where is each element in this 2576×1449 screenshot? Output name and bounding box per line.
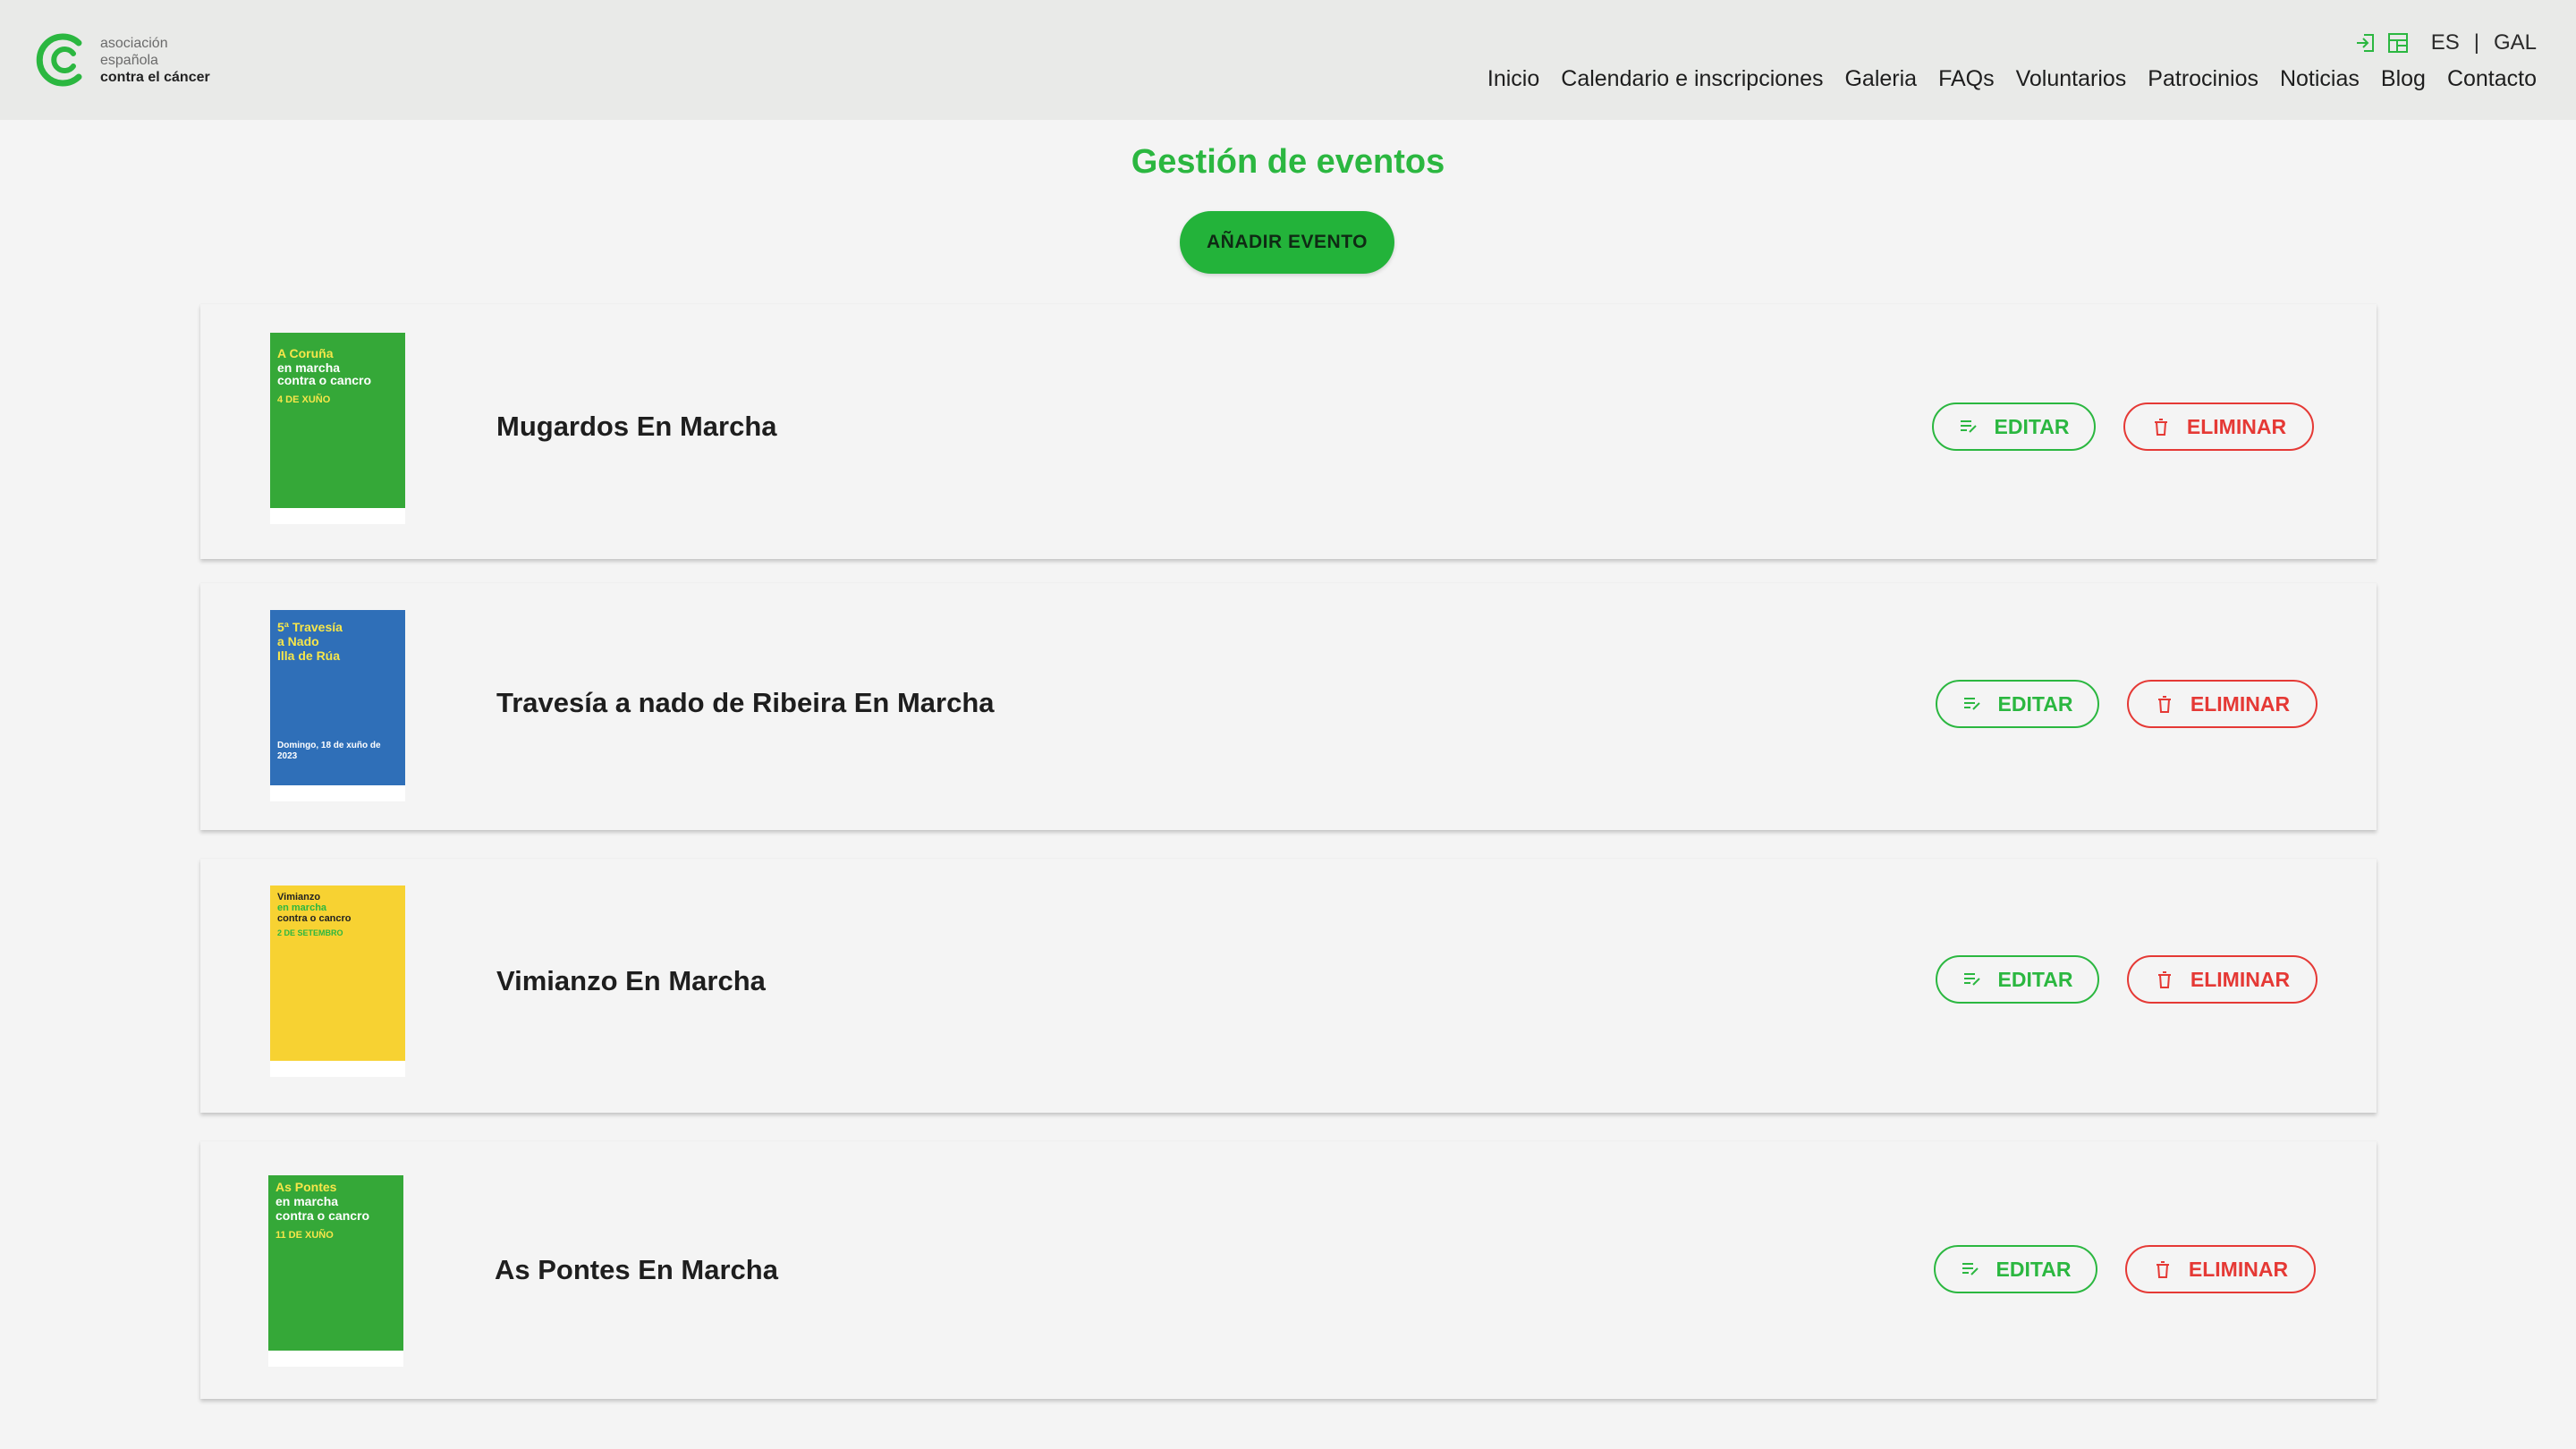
event-card: A Coruña en marcha contra o cancro 4 DE …: [200, 304, 2377, 559]
poster-line-3: contra o cancro: [277, 913, 352, 924]
edit-button[interactable]: EDITAR: [1934, 1245, 2097, 1293]
poster-line-1: A Coruña: [277, 346, 334, 360]
edit-button[interactable]: EDITAR: [1932, 402, 2096, 451]
poster-line-1: As Pontes: [275, 1180, 337, 1194]
dashboard-icon[interactable]: [2386, 31, 2410, 55]
event-poster[interactable]: Vimianzo en marcha contra o cancro 2 DE …: [270, 886, 405, 1077]
site-header: asociación española contra el cáncer ES …: [0, 0, 2576, 120]
poster-date: Domingo, 18 de xuño de 2023: [277, 741, 381, 761]
nav-galeria[interactable]: Galeria: [1844, 66, 1917, 92]
nav-calendario[interactable]: Calendario e inscripciones: [1561, 66, 1823, 92]
nav-patrocinios[interactable]: Patrocinios: [2148, 66, 2258, 92]
delete-button[interactable]: ELIMINAR: [2123, 402, 2314, 451]
login-icon[interactable]: [2354, 31, 2377, 55]
delete-label: ELIMINAR: [2186, 414, 2287, 438]
event-card: 5ª Travesía a Nado Illa de Rúa Domingo, …: [200, 583, 2377, 830]
poster-date: 2 DE SETEMBRO: [277, 928, 343, 937]
trash-icon: [2157, 971, 2171, 988]
delete-button[interactable]: ELIMINAR: [2127, 680, 2318, 728]
main-nav: Inicio Calendario e inscripciones Galeri…: [1466, 66, 2537, 92]
event-name: Vimianzo En Marcha: [496, 965, 766, 996]
edit-button[interactable]: EDITAR: [1936, 680, 2099, 728]
edit-label: EDITAR: [1994, 414, 2070, 438]
nav-voluntarios[interactable]: Voluntarios: [2016, 66, 2127, 92]
edit-label: EDITAR: [1997, 967, 2073, 991]
edit-label: EDITAR: [1997, 691, 2073, 716]
poster-line-1: 5ª Travesía: [277, 620, 343, 634]
event-poster[interactable]: As Pontes en marcha contra o cancro 11 D…: [268, 1175, 403, 1367]
delete-label: ELIMINAR: [2190, 691, 2291, 716]
event-name: Travesía a nado de Ribeira En Marcha: [496, 687, 995, 718]
poster-line-2: en marcha: [275, 1194, 339, 1208]
edit-label: EDITAR: [1996, 1257, 2072, 1281]
nav-blog[interactable]: Blog: [2381, 66, 2426, 92]
poster-line-3: contra o cancro: [275, 1208, 370, 1223]
poster-line-2: a Nado: [277, 634, 319, 648]
event-poster[interactable]: A Coruña en marcha contra o cancro 4 DE …: [270, 333, 405, 524]
poster-date: 4 DE XUÑO: [277, 394, 331, 405]
edit-icon: [1960, 420, 1977, 433]
delete-label: ELIMINAR: [2190, 967, 2291, 991]
lang-gal-link[interactable]: GAL: [2494, 30, 2537, 55]
nav-inicio[interactable]: Inicio: [1487, 66, 1539, 92]
event-name: As Pontes En Marcha: [495, 1254, 778, 1285]
edit-icon: [1963, 698, 1980, 710]
trash-icon: [2156, 1261, 2169, 1278]
poster-line-3: Illa de Rúa: [277, 648, 341, 663]
nav-contacto[interactable]: Contacto: [2447, 66, 2537, 92]
brand-line-3: contra el cáncer: [100, 69, 210, 85]
page-title: Gestión de eventos: [1131, 143, 1445, 181]
poster-line-2: en marcha: [277, 360, 341, 375]
brand-logo[interactable]: asociación española contra el cáncer: [34, 30, 210, 89]
lang-es-link[interactable]: ES: [2431, 30, 2460, 55]
utility-bar: ES | GAL: [2354, 30, 2537, 55]
aecc-logo-icon: [36, 33, 82, 87]
trash-icon: [2157, 696, 2171, 713]
trash-icon: [2154, 419, 2167, 436]
edit-icon: [1963, 973, 1980, 986]
nav-noticias[interactable]: Noticias: [2280, 66, 2360, 92]
add-event-button[interactable]: AÑADIR EVENTO: [1180, 211, 1394, 274]
event-poster[interactable]: 5ª Travesía a Nado Illa de Rúa Domingo, …: [270, 610, 405, 801]
poster-line-3: contra o cancro: [277, 373, 372, 387]
brand-line-1: asociación: [100, 35, 168, 51]
event-card: As Pontes en marcha contra o cancro 11 D…: [200, 1141, 2377, 1399]
delete-button[interactable]: ELIMINAR: [2127, 955, 2318, 1004]
lang-separator: |: [2473, 30, 2479, 55]
nav-faqs[interactable]: FAQs: [1938, 66, 1995, 92]
delete-label: ELIMINAR: [2188, 1257, 2289, 1281]
poster-footer: [268, 1351, 403, 1367]
brand-text: asociación española contra el cáncer: [100, 35, 210, 86]
edit-button[interactable]: EDITAR: [1936, 955, 2099, 1004]
poster-footer: [270, 508, 405, 524]
event-card: Vimianzo en marcha contra o cancro 2 DE …: [200, 859, 2377, 1113]
poster-date: 11 DE XUÑO: [275, 1230, 334, 1241]
event-name: Mugardos En Marcha: [496, 411, 777, 442]
edit-icon: [1962, 1263, 1979, 1275]
brand-line-2: española: [100, 52, 158, 68]
poster-footer: [270, 785, 405, 801]
poster-footer: [270, 1061, 405, 1077]
delete-button[interactable]: ELIMINAR: [2125, 1245, 2316, 1293]
